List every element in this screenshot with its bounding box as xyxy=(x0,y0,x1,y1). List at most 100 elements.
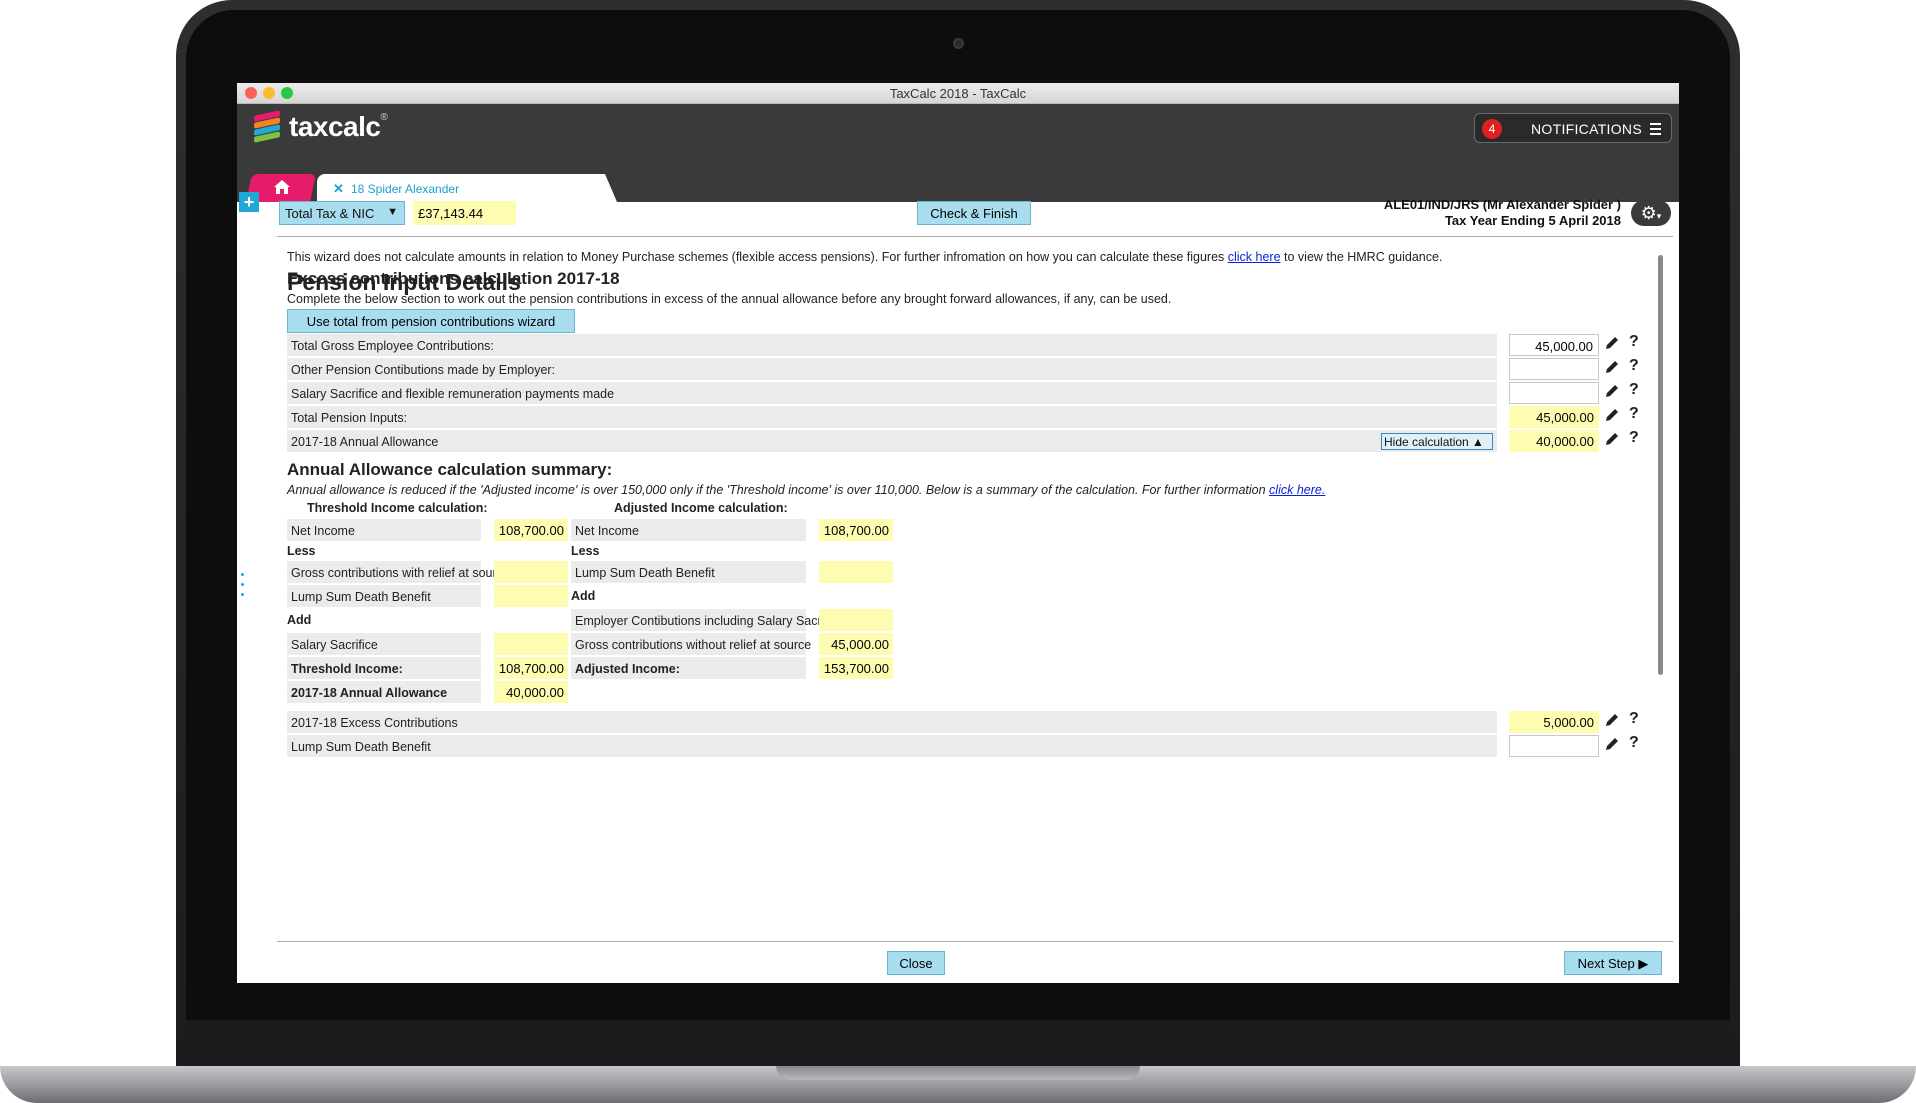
laptop-notch xyxy=(776,1066,1140,1080)
excess-heading: Excess contributions calculation 2017-18 xyxy=(287,269,620,288)
footer-divider xyxy=(277,941,1673,942)
adjusted-less-label: Less xyxy=(571,544,600,558)
adjusted-lump-value xyxy=(819,561,893,583)
summary-heading: Annual Allowance calculation summary: xyxy=(287,460,613,479)
excess-contributions-value: 5,000.00 xyxy=(1509,711,1599,733)
client-reference: ALE01/IND/JRS (Mr Alexander Spider ) xyxy=(1383,197,1621,212)
adjusted-employer-label: Employer Contibutions including Salary S… xyxy=(571,609,844,631)
adjusted-heading: Adjusted Income calculation: xyxy=(614,501,788,515)
help-question-icon[interactable]: ? xyxy=(1629,333,1639,351)
threshold-allowance-value: 40,000.00 xyxy=(494,681,568,703)
adjusted-income-label: Adjusted Income: xyxy=(571,657,806,679)
app-header: taxcalc ® 4 NOTIFICATIONS ✕ 18 Spider Al… xyxy=(237,104,1679,202)
total-tax-amount: £37,143.44 xyxy=(413,201,516,225)
row-excess-contributions: 2017-18 Excess Contributions xyxy=(287,711,1497,733)
pencil-icon[interactable] xyxy=(1604,431,1620,447)
taxcalc-logo: taxcalc ® xyxy=(251,110,388,144)
pencil-icon[interactable] xyxy=(1604,407,1620,423)
row-annual-allowance: 2017-18 Annual Allowance xyxy=(287,430,1497,452)
laptop-chin xyxy=(186,1020,1730,1066)
excess-description: Complete the below section to work out t… xyxy=(287,292,1172,306)
adjusted-lump-label: Lump Sum Death Benefit xyxy=(571,561,806,583)
threshold-heading: Threshold Income calculation: xyxy=(307,501,488,515)
logo-stack-icon xyxy=(251,110,283,143)
help-question-icon[interactable]: ? xyxy=(1629,710,1639,728)
camera-icon xyxy=(953,38,964,49)
salary-sacrifice-field[interactable] xyxy=(1509,382,1599,404)
notification-count-badge: 4 xyxy=(1482,119,1502,139)
intro-text-start: This wizard does not calculate amounts i… xyxy=(287,250,1228,264)
tax-summary-select[interactable]: Total Tax & NIC ▼ xyxy=(279,201,405,225)
pencil-icon[interactable] xyxy=(1604,712,1620,728)
adjusted-gross-norelief-value: 45,000.00 xyxy=(819,633,893,655)
adjusted-gross-norelief-label: Gross contributions without relief at so… xyxy=(571,633,811,655)
client-info: ALE01/IND/JRS (Mr Alexander Spider ) Tax… xyxy=(1384,197,1621,229)
row-other-employer: Other Pension Contibutions made by Emplo… xyxy=(287,358,1497,380)
dropdown-arrow-icon: ▼ xyxy=(387,206,398,218)
settings-gear-icon[interactable]: ⚙▾ xyxy=(1631,200,1671,226)
add-panel-icon[interactable]: + xyxy=(239,192,259,212)
pencil-icon[interactable] xyxy=(1604,736,1620,752)
intro-text-end: to view the HMRC guidance. xyxy=(1280,250,1443,264)
threshold-add-label: Add xyxy=(287,613,312,627)
threshold-less-label: Less xyxy=(287,544,316,558)
threshold-lump-label: Lump Sum Death Benefit xyxy=(287,585,481,607)
pencil-icon[interactable] xyxy=(1604,335,1620,351)
row-total-pension-inputs: Total Pension Inputs: xyxy=(287,406,1497,428)
threshold-net-income-label: Net Income xyxy=(287,519,481,541)
close-tab-icon[interactable]: ✕ xyxy=(333,181,344,197)
help-question-icon[interactable]: ? xyxy=(1629,357,1639,375)
window-titlebar: TaxCalc 2018 - TaxCalc xyxy=(237,83,1679,104)
threshold-gross-relief-value xyxy=(494,561,568,583)
logo-text: taxcalc xyxy=(289,111,381,142)
help-question-icon[interactable]: ? xyxy=(1629,405,1639,423)
check-finish-button[interactable]: Check & Finish xyxy=(917,201,1031,225)
client-tab-label[interactable]: 18 Spider Alexander xyxy=(351,182,459,196)
next-step-button[interactable]: Next Step ▶ xyxy=(1564,951,1662,975)
annual-allowance-value: 40,000.00 xyxy=(1509,430,1599,452)
row-salary-sacrifice: Salary Sacrifice and flexible remunerati… xyxy=(287,382,1497,404)
row-lump-sum-death: Lump Sum Death Benefit xyxy=(287,735,1497,757)
adjusted-employer-value xyxy=(819,609,893,631)
tax-year-label: Tax Year Ending 5 April 2018 xyxy=(1444,213,1621,228)
home-icon xyxy=(274,180,290,194)
app-window: TaxCalc 2018 - TaxCalc taxcalc ® 4 NOTIF… xyxy=(237,83,1679,983)
adjusted-add-label: Add xyxy=(571,589,596,603)
screenshot-stage: TaxCalc 2018 - TaxCalc taxcalc ® 4 NOTIF… xyxy=(0,0,1916,1103)
close-button[interactable]: Close xyxy=(887,951,945,975)
summary-note-text: Annual allowance is reduced if the 'Adju… xyxy=(287,483,1270,497)
toolbar-divider xyxy=(277,236,1673,237)
use-wizard-total-button[interactable]: Use total from pension contributions wiz… xyxy=(287,309,575,333)
help-question-icon[interactable]: ? xyxy=(1629,734,1639,752)
threshold-gross-relief-label: Gross contributions with relief at sourc… xyxy=(287,561,510,583)
adjusted-income-value: 153,700.00 xyxy=(819,657,893,679)
hamburger-menu-icon xyxy=(1650,123,1661,138)
threshold-income-value: 108,700.00 xyxy=(494,657,568,679)
row-total-gross-employee: Total Gross Employee Contributions: xyxy=(287,334,1497,356)
hmrc-guidance-link[interactable]: click here xyxy=(1228,250,1281,264)
lump-sum-death-field[interactable] xyxy=(1509,735,1599,757)
notifications-button[interactable]: 4 NOTIFICATIONS xyxy=(1474,113,1672,143)
intro-text: This wizard does not calculate amounts i… xyxy=(287,250,1442,264)
threshold-allowance-label: 2017-18 Annual Allowance xyxy=(287,681,481,703)
total-gross-employee-field[interactable]: 45,000.00 xyxy=(1509,334,1599,356)
notifications-label: NOTIFICATIONS xyxy=(1531,121,1642,137)
threshold-income-label: Threshold Income: xyxy=(287,657,481,679)
threshold-salary-sacrifice-value xyxy=(494,633,568,655)
summary-note: Annual allowance is reduced if the 'Adju… xyxy=(287,483,1325,497)
adjusted-net-income-value: 108,700.00 xyxy=(819,519,893,541)
summary-further-info-link[interactable]: click here. xyxy=(1269,483,1325,497)
threshold-salary-sacrifice-label: Salary Sacrifice xyxy=(287,633,481,655)
hide-calculation-button[interactable]: Hide calculation ▲ xyxy=(1381,433,1493,450)
side-panel-handle-icon[interactable] xyxy=(241,573,247,603)
pencil-icon[interactable] xyxy=(1604,383,1620,399)
adjusted-net-income-label: Net Income xyxy=(571,519,806,541)
pencil-icon[interactable] xyxy=(1604,359,1620,375)
total-pension-inputs-value: 45,000.00 xyxy=(1509,406,1599,428)
other-employer-field[interactable] xyxy=(1509,358,1599,380)
help-question-icon[interactable]: ? xyxy=(1629,429,1639,447)
vertical-scrollbar[interactable] xyxy=(1658,255,1663,675)
tax-summary-select-value: Total Tax & NIC xyxy=(285,206,375,221)
threshold-net-income-value: 108,700.00 xyxy=(494,519,568,541)
help-question-icon[interactable]: ? xyxy=(1629,381,1639,399)
